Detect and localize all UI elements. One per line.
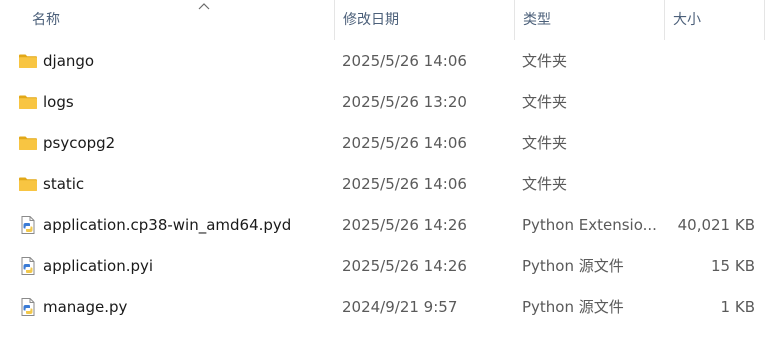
column-header-size[interactable]: 大小	[664, 0, 764, 40]
file-date: 2025/5/26 14:06	[342, 134, 467, 152]
column-header-date-label: 修改日期	[343, 12, 399, 28]
column-header-size-label: 大小	[673, 12, 701, 28]
file-row[interactable]: application.cp38-win_amd64.pyd 2025/5/26…	[0, 205, 775, 246]
folder-icon	[19, 177, 37, 191]
file-date: 2025/5/26 14:06	[342, 52, 467, 70]
file-name: application.cp38-win_amd64.pyd	[43, 216, 292, 234]
file-date: 2025/5/26 14:26	[342, 257, 467, 275]
file-size	[664, 123, 755, 164]
file-size	[664, 164, 755, 205]
file-type: Python Extensio...	[522, 216, 657, 234]
sort-up-chevron-icon	[198, 3, 210, 10]
file-size	[664, 41, 755, 82]
folder-icon	[19, 95, 37, 109]
column-header-date[interactable]: 修改日期	[334, 0, 514, 40]
folder-icon	[19, 136, 37, 150]
file-type: 文件夹	[522, 175, 568, 193]
file-row[interactable]: application.pyi 2025/5/26 14:26 Python 源…	[0, 246, 775, 287]
column-header-filler	[764, 0, 775, 40]
file-size: 1 KB	[720, 298, 755, 316]
file-date: 2025/5/26 14:26	[342, 216, 467, 234]
python-file-icon	[21, 257, 35, 275]
file-name: django	[43, 52, 95, 70]
column-header-bar: 名称 修改日期 类型 大小	[0, 0, 775, 40]
file-size	[664, 82, 755, 123]
file-date: 2025/5/26 13:20	[342, 93, 467, 111]
file-type: 文件夹	[522, 93, 568, 111]
file-row[interactable]: django 2025/5/26 14:06 文件夹	[0, 41, 775, 82]
file-row[interactable]: static 2025/5/26 14:06 文件夹	[0, 164, 775, 205]
file-type: Python 源文件	[522, 257, 624, 275]
file-row[interactable]: manage.py 2024/9/21 9:57 Python 源文件 1 KB	[0, 287, 775, 328]
file-type: Python 源文件	[522, 298, 624, 316]
file-row[interactable]: psycopg2 2025/5/26 14:06 文件夹	[0, 123, 775, 164]
python-file-icon	[21, 298, 35, 316]
file-size: 15 KB	[711, 257, 755, 275]
file-name: application.pyi	[43, 257, 154, 275]
file-size: 40,021 KB	[677, 216, 755, 234]
file-name: manage.py	[43, 298, 128, 316]
column-header-type[interactable]: 类型	[514, 0, 664, 40]
file-type: 文件夹	[522, 134, 568, 152]
python-file-icon	[21, 216, 35, 234]
file-date: 2025/5/26 14:06	[342, 175, 467, 193]
file-name: psycopg2	[43, 134, 116, 152]
file-name: static	[43, 175, 85, 193]
file-date: 2024/9/21 9:57	[342, 298, 458, 316]
file-row[interactable]: logs 2025/5/26 13:20 文件夹	[0, 82, 775, 123]
file-list: django 2025/5/26 14:06 文件夹 logs 2025/5/2…	[0, 41, 775, 328]
column-header-name[interactable]: 名称	[24, 0, 334, 40]
file-type: 文件夹	[522, 52, 568, 70]
column-header-type-label: 类型	[523, 12, 551, 28]
file-name: logs	[43, 93, 74, 111]
column-header-name-label: 名称	[32, 12, 60, 28]
folder-icon	[19, 54, 37, 68]
